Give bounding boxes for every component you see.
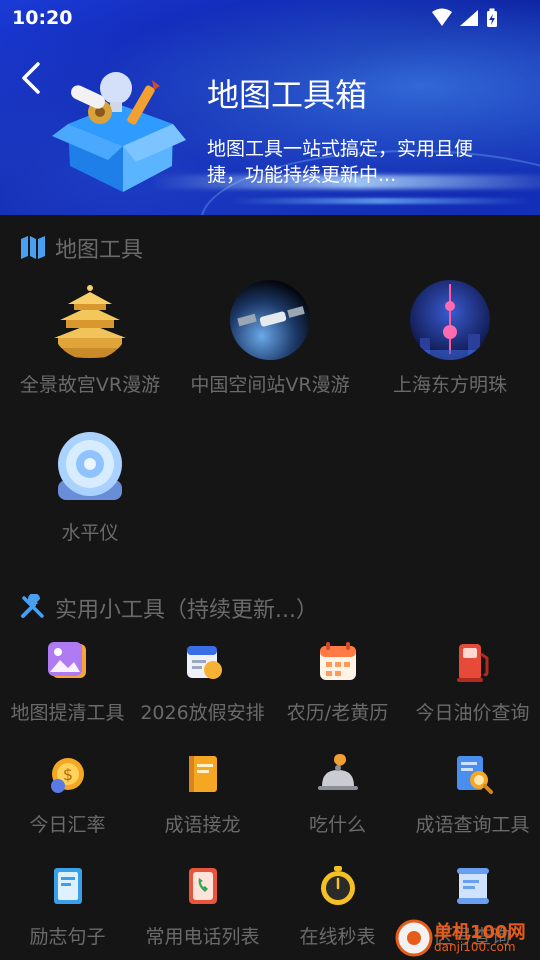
stopwatch-icon <box>316 864 360 908</box>
status-bar: 10:20 <box>0 0 540 36</box>
tool-item-motivational-quotes[interactable]: 励志句子 <box>0 864 135 949</box>
tool-item-label: 在线秒表 <box>299 926 376 948</box>
tool-item-label: 中国空间站VR漫游 <box>190 374 350 396</box>
watermark-logo-icon <box>395 919 433 957</box>
tool-item-label: 农历/老黄历 <box>286 702 389 724</box>
tool-item-exchange-rate[interactable]: $ 今日汇率 <box>0 752 135 837</box>
tool-item-level-gauge[interactable]: 水平仪 <box>0 428 180 545</box>
watermark: 单机100网 danji100.com <box>394 912 540 960</box>
food-cloche-icon <box>316 752 360 796</box>
calendar-icon <box>316 640 360 684</box>
tool-item-label: 励志句子 <box>29 926 106 948</box>
tool-item-oriental-pearl[interactable]: 上海东方明珠 <box>360 280 540 397</box>
tool-item-label: 地图提清工具 <box>10 702 125 724</box>
wrench-screwdriver-icon <box>21 594 44 618</box>
tool-item-map-enhance[interactable]: 地图提清工具 <box>0 640 135 725</box>
tool-item-forbidden-city-vr[interactable]: 全景故宫VR漫游 <box>0 280 180 397</box>
page-subtitle: 地图工具一站式搞定，实用且便捷，功能持续更新中... <box>207 138 474 186</box>
temple-icon <box>50 280 130 360</box>
tool-item-online-stopwatch[interactable]: 在线秒表 <box>270 864 405 949</box>
exchange-coin-icon: $ <box>46 752 90 796</box>
tool-item-label: 成语接龙 <box>164 814 241 836</box>
status-time: 10:20 <box>12 7 73 29</box>
notebook-icon <box>46 864 90 908</box>
tool-item-idiom-lookup[interactable]: 成语查询工具 <box>405 752 540 837</box>
signal-icon <box>460 10 478 26</box>
fuel-pump-icon <box>451 640 495 684</box>
toolbox-illustration <box>52 72 186 192</box>
tool-item-label: 常用电话列表 <box>145 926 260 948</box>
battery-icon <box>487 8 497 27</box>
map-icon <box>21 236 45 259</box>
tool-item-space-station-vr[interactable]: 中国空间站VR漫游 <box>180 280 360 397</box>
wifi-icon <box>432 8 452 26</box>
search-document-icon <box>451 752 495 796</box>
picture-icon <box>46 640 90 684</box>
header-banner: 10:20 地图工具箱 地图工具一站式搞定，实用且便捷，功能持续更新中... <box>0 0 540 215</box>
tool-item-lunar-calendar[interactable]: 农历/老黄历 <box>270 640 405 725</box>
light-streak <box>230 198 530 204</box>
area-code-scroll-icon <box>451 864 495 908</box>
tool-item-idiom-chain[interactable]: 成语接龙 <box>135 752 270 837</box>
space-station-icon <box>230 280 310 360</box>
tool-item-label: 水平仪 <box>61 522 119 544</box>
back-arrow-icon[interactable] <box>16 58 50 98</box>
watermark-url: danji100.com <box>434 940 516 954</box>
svg-text:$: $ <box>62 765 72 784</box>
book-icon <box>181 752 225 796</box>
tool-item-phone-list[interactable]: 常用电话列表 <box>135 864 270 949</box>
section-title: 地图工具 <box>55 238 144 263</box>
tool-item-what-to-eat[interactable]: 吃什么 <box>270 752 405 837</box>
tool-item-fuel-price[interactable]: 今日油价查询 <box>405 640 540 725</box>
tool-item-label: 2026放假安排 <box>140 702 265 724</box>
tool-item-label: 成语查询工具 <box>415 814 530 836</box>
tool-item-label: 今日油价查询 <box>415 702 530 724</box>
oriental-pearl-tower-icon <box>410 280 490 360</box>
level-gauge-icon <box>50 428 130 508</box>
tool-item-label: 今日汇率 <box>29 814 106 836</box>
status-icons <box>432 8 497 27</box>
tool-item-label: 上海东方明珠 <box>392 374 507 396</box>
phone-book-icon <box>181 864 225 908</box>
tool-item-label: 全景故宫VR漫游 <box>19 374 161 396</box>
tool-item-label: 吃什么 <box>308 814 366 836</box>
section-title: 实用小工具（持续更新...） <box>55 598 318 623</box>
tool-item-holiday-schedule[interactable]: 2026放假安排 <box>135 640 270 725</box>
holiday-calendar-icon <box>181 640 225 684</box>
page-title: 地图工具箱 <box>207 76 368 114</box>
